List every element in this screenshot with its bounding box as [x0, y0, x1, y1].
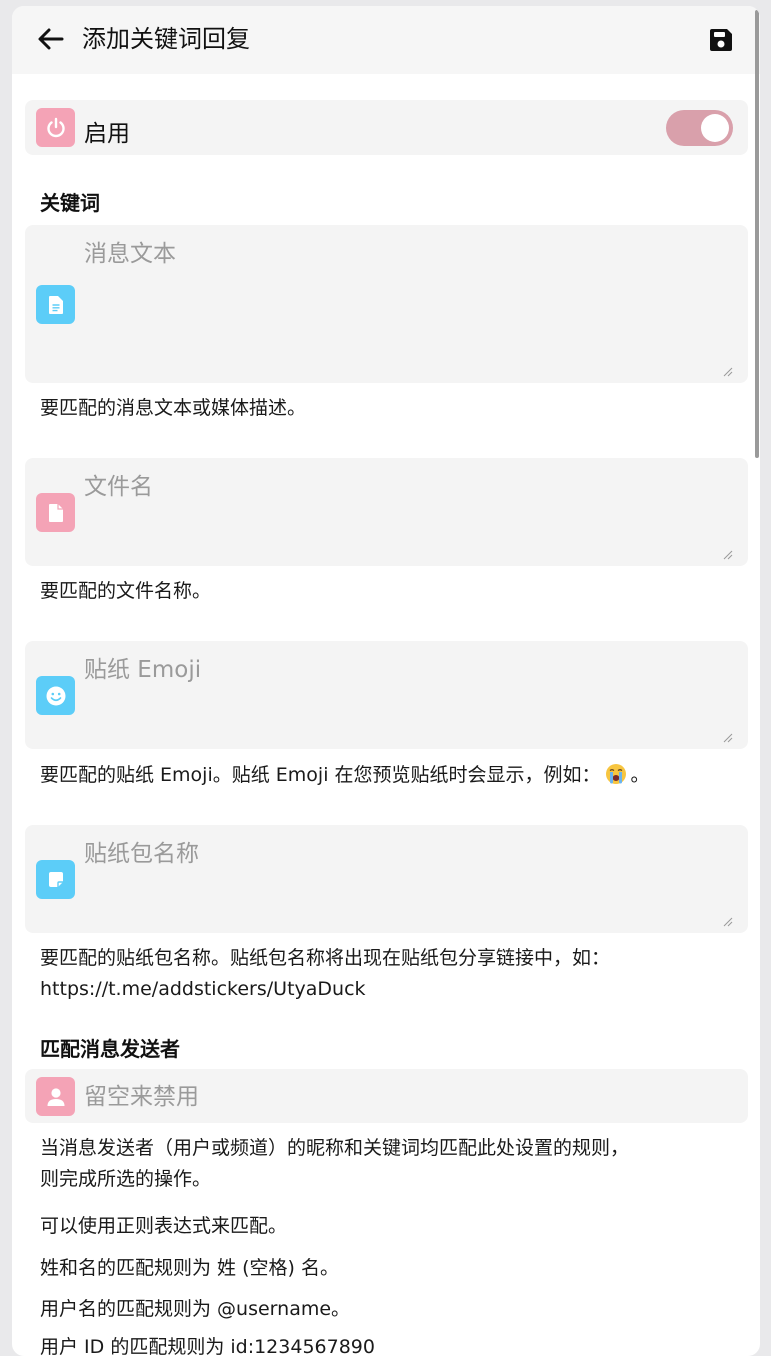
smiley-face-icon	[46, 686, 65, 705]
sender-input[interactable]	[84, 1081, 724, 1113]
file-icon	[48, 503, 63, 522]
app-window: 添加关键词回复 启用 关键词 要匹配的消息文本或媒体描述。	[12, 6, 760, 1356]
sender-hint-name: 姓和名的匹配规则为 姓 (空格) 名。	[40, 1257, 339, 1279]
person-icon	[47, 1087, 64, 1106]
sender-section-title: 匹配消息发送者	[40, 1037, 180, 1061]
message-text-hint: 要匹配的消息文本或媒体描述。	[40, 397, 307, 419]
enable-row[interactable]	[25, 100, 748, 155]
resize-grip-icon[interactable]	[723, 550, 733, 560]
document-text-icon	[48, 295, 63, 314]
back-button[interactable]	[36, 24, 66, 54]
sender-hint-id: 用户 ID 的匹配规则为 id:1234567890	[40, 1336, 375, 1356]
sender-hint-line: 则完成所选的操作。	[40, 1168, 212, 1190]
sticker-icon	[48, 871, 63, 887]
sticker-emoji-hint-end: 。	[630, 764, 650, 786]
resize-grip-icon[interactable]	[723, 367, 733, 377]
sender-hint-condition: 当消息发送者（用户或频道）的昵称和关键词均匹配此处设置的规则， 则完成所选的操作…	[40, 1133, 740, 1195]
power-icon	[46, 117, 65, 137]
sticker-emoji-hint: 要匹配的贴纸 Emoji。贴纸 Emoji 在您预览贴纸时会显示，例如： 。	[40, 760, 740, 791]
floppy-disk-icon	[710, 29, 732, 51]
sticker-emoji-icon-badge	[36, 676, 75, 715]
save-button[interactable]	[706, 25, 736, 55]
file-name-icon-badge	[36, 493, 75, 532]
sticker-emoji-hint-text: 要匹配的贴纸 Emoji。贴纸 Emoji 在您预览贴纸时会显示，例如：	[40, 764, 601, 786]
sender-hint-line: 当消息发送者（用户或频道）的昵称和关键词均匹配此处设置的规则，	[40, 1137, 630, 1159]
message-text-input[interactable]	[84, 239, 724, 374]
sender-hint-username: 用户名的匹配规则为 @username。	[40, 1298, 351, 1320]
file-name-hint: 要匹配的文件名称。	[40, 580, 212, 602]
resize-grip-icon[interactable]	[723, 917, 733, 927]
sticker-emoji-input[interactable]	[84, 655, 724, 740]
sender-hint-regex: 可以使用正则表达式来匹配。	[40, 1215, 288, 1237]
sticker-pack-input[interactable]	[84, 839, 724, 924]
enable-label: 启用	[84, 121, 130, 147]
resize-grip-icon[interactable]	[723, 733, 733, 743]
sticker-pack-hint-link: https://t.me/addstickers/UtyaDuck	[40, 978, 366, 1000]
file-name-input[interactable]	[84, 472, 724, 557]
keywords-section-title: 关键词	[40, 191, 100, 215]
sender-icon-badge	[36, 1077, 75, 1116]
scrollbar[interactable]	[755, 10, 759, 458]
message-text-icon-badge	[36, 285, 75, 324]
header-bar: 添加关键词回复	[12, 6, 760, 74]
sticker-pack-hint-line: 要匹配的贴纸包名称。贴纸包名称将出现在贴纸包分享链接中，如：	[40, 947, 611, 969]
sticker-pack-hint: 要匹配的贴纸包名称。贴纸包名称将出现在贴纸包分享链接中，如： https://t…	[40, 943, 740, 1005]
arrow-left-icon	[38, 28, 64, 50]
page-title: 添加关键词回复	[82, 25, 250, 53]
sticker-pack-icon-badge	[36, 860, 75, 899]
enable-toggle[interactable]	[666, 110, 733, 146]
enable-icon-badge	[36, 108, 75, 147]
toggle-knob	[701, 114, 729, 142]
crying-face-emoji	[605, 764, 626, 784]
